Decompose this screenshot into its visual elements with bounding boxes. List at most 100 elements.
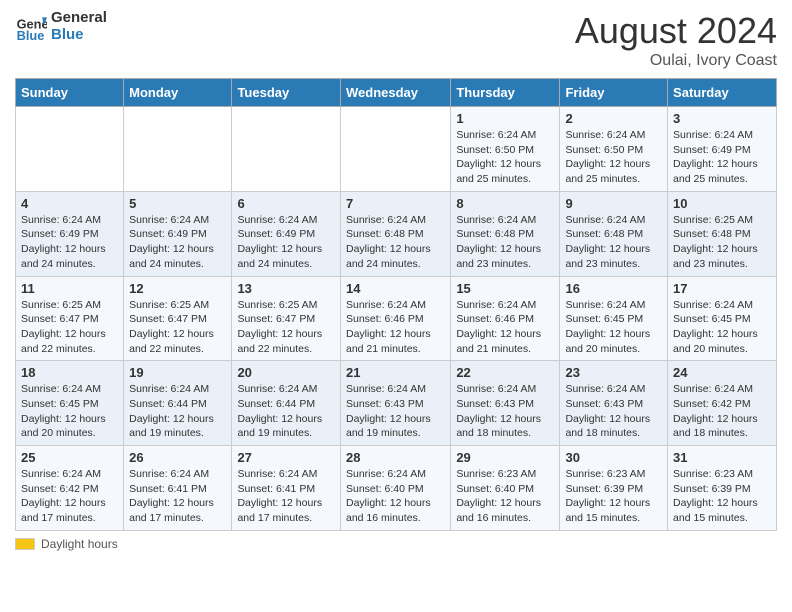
day-info: Sunrise: 6:25 AM Sunset: 6:47 PM Dayligh… — [129, 298, 226, 357]
calendar-cell: 4 Sunrise: 6:24 AM Sunset: 6:49 PM Daylig… — [16, 191, 124, 276]
day-info: Sunrise: 6:24 AM Sunset: 6:43 PM Dayligh… — [346, 382, 445, 441]
day-number: 1 — [456, 111, 554, 126]
day-info: Sunrise: 6:24 AM Sunset: 6:41 PM Dayligh… — [237, 467, 335, 526]
day-info: Sunrise: 6:24 AM Sunset: 6:46 PM Dayligh… — [456, 298, 554, 357]
day-number: 25 — [21, 450, 118, 465]
calendar-cell: 18 Sunrise: 6:24 AM Sunset: 6:45 PM Dayli… — [16, 361, 124, 446]
day-info: Sunrise: 6:24 AM Sunset: 6:44 PM Dayligh… — [237, 382, 335, 441]
day-info: Sunrise: 6:24 AM Sunset: 6:49 PM Dayligh… — [129, 213, 226, 272]
week-row-4: 18 Sunrise: 6:24 AM Sunset: 6:45 PM Dayli… — [16, 361, 777, 446]
weekday-header-friday: Friday — [560, 79, 668, 107]
calendar-cell: 21Sunrise: 6:24 AM Sunset: 6:43 PM Dayli… — [340, 361, 450, 446]
weekday-header-thursday: Thursday — [451, 79, 560, 107]
day-number: 4 — [21, 196, 118, 211]
calendar-cell: 5 Sunrise: 6:24 AM Sunset: 6:49 PM Daylig… — [124, 191, 232, 276]
calendar-cell: 26 Sunrise: 6:24 AM Sunset: 6:41 PM Dayli… — [124, 446, 232, 531]
day-info: Sunrise: 6:25 AM Sunset: 6:47 PM Dayligh… — [21, 298, 118, 357]
day-number: 26 — [129, 450, 226, 465]
calendar-cell: 27 Sunrise: 6:24 AM Sunset: 6:41 PM Dayli… — [232, 446, 341, 531]
calendar-cell: 8 Sunrise: 6:24 AM Sunset: 6:48 PM Daylig… — [451, 191, 560, 276]
day-info: Sunrise: 6:24 AM Sunset: 6:48 PM Dayligh… — [456, 213, 554, 272]
calendar-cell: 29 Sunrise: 6:23 AM Sunset: 6:40 PM Dayli… — [451, 446, 560, 531]
calendar-cell: 11 Sunrise: 6:25 AM Sunset: 6:47 PM Dayli… — [16, 276, 124, 361]
day-info: Sunrise: 6:24 AM Sunset: 6:49 PM Dayligh… — [673, 128, 771, 187]
week-row-3: 11 Sunrise: 6:25 AM Sunset: 6:47 PM Dayli… — [16, 276, 777, 361]
weekday-header-sunday: Sunday — [16, 79, 124, 107]
day-info: Sunrise: 6:23 AM Sunset: 6:39 PM Dayligh… — [673, 467, 771, 526]
calendar-cell: 7Sunrise: 6:24 AM Sunset: 6:48 PM Daylig… — [340, 191, 450, 276]
day-info: Sunrise: 6:24 AM Sunset: 6:49 PM Dayligh… — [237, 213, 335, 272]
day-number: 11 — [21, 281, 118, 296]
day-number: 28 — [346, 450, 445, 465]
day-info: Sunrise: 6:24 AM Sunset: 6:42 PM Dayligh… — [21, 467, 118, 526]
weekday-header-wednesday: Wednesday — [340, 79, 450, 107]
svg-text:Blue: Blue — [17, 27, 45, 42]
day-number: 30 — [565, 450, 662, 465]
logo-blue: Blue — [51, 27, 107, 44]
day-number: 24 — [673, 365, 771, 380]
day-number: 13 — [237, 281, 335, 296]
day-info: Sunrise: 6:24 AM Sunset: 6:40 PM Dayligh… — [346, 467, 445, 526]
title-block: August 2024 Oulai, Ivory Coast — [575, 10, 777, 70]
calendar-cell: 20Sunrise: 6:24 AM Sunset: 6:44 PM Dayli… — [232, 361, 341, 446]
weekday-header-saturday: Saturday — [668, 79, 777, 107]
day-number: 5 — [129, 196, 226, 211]
day-info: Sunrise: 6:24 AM Sunset: 6:45 PM Dayligh… — [21, 382, 118, 441]
calendar-cell: 14Sunrise: 6:24 AM Sunset: 6:46 PM Dayli… — [340, 276, 450, 361]
day-info: Sunrise: 6:24 AM Sunset: 6:41 PM Dayligh… — [129, 467, 226, 526]
calendar-cell: 23Sunrise: 6:24 AM Sunset: 6:43 PM Dayli… — [560, 361, 668, 446]
calendar-cell: 6Sunrise: 6:24 AM Sunset: 6:49 PM Daylig… — [232, 191, 341, 276]
day-number: 23 — [565, 365, 662, 380]
calendar-table: SundayMondayTuesdayWednesdayThursdayFrid… — [15, 78, 777, 531]
day-number: 22 — [456, 365, 554, 380]
day-number: 8 — [456, 196, 554, 211]
day-number: 27 — [237, 450, 335, 465]
day-number: 10 — [673, 196, 771, 211]
day-info: Sunrise: 6:24 AM Sunset: 6:48 PM Dayligh… — [346, 213, 445, 272]
weekday-header-monday: Monday — [124, 79, 232, 107]
daylight-swatch — [15, 538, 35, 550]
calendar-cell: 3Sunrise: 6:24 AM Sunset: 6:49 PM Daylig… — [668, 107, 777, 192]
day-number: 17 — [673, 281, 771, 296]
day-number: 12 — [129, 281, 226, 296]
weekday-header-row: SundayMondayTuesdayWednesdayThursdayFrid… — [16, 79, 777, 107]
day-number: 29 — [456, 450, 554, 465]
day-number: 16 — [565, 281, 662, 296]
footer: Daylight hours — [15, 537, 777, 551]
calendar-cell: 9Sunrise: 6:24 AM Sunset: 6:48 PM Daylig… — [560, 191, 668, 276]
day-info: Sunrise: 6:24 AM Sunset: 6:44 PM Dayligh… — [129, 382, 226, 441]
day-info: Sunrise: 6:24 AM Sunset: 6:46 PM Dayligh… — [346, 298, 445, 357]
header: General Blue General Blue August 2024 Ou… — [15, 10, 777, 70]
day-number: 19 — [129, 365, 226, 380]
day-number: 31 — [673, 450, 771, 465]
subtitle: Oulai, Ivory Coast — [575, 52, 777, 70]
logo-general: General — [51, 10, 107, 27]
week-row-1: 1 Sunrise: 6:24 AM Sunset: 6:50 PM Daylig… — [16, 107, 777, 192]
calendar-cell: 17Sunrise: 6:24 AM Sunset: 6:45 PM Dayli… — [668, 276, 777, 361]
calendar-cell: 16 Sunrise: 6:24 AM Sunset: 6:45 PM Dayli… — [560, 276, 668, 361]
calendar-cell: 28 Sunrise: 6:24 AM Sunset: 6:40 PM Dayli… — [340, 446, 450, 531]
week-row-5: 25 Sunrise: 6:24 AM Sunset: 6:42 PM Dayli… — [16, 446, 777, 531]
day-number: 15 — [456, 281, 554, 296]
day-info: Sunrise: 6:24 AM Sunset: 6:49 PM Dayligh… — [21, 213, 118, 272]
day-info: Sunrise: 6:23 AM Sunset: 6:40 PM Dayligh… — [456, 467, 554, 526]
calendar-cell — [340, 107, 450, 192]
calendar-cell: 2 Sunrise: 6:24 AM Sunset: 6:50 PM Daylig… — [560, 107, 668, 192]
daylight-label: Daylight hours — [41, 537, 118, 551]
logo: General Blue General Blue — [15, 10, 107, 43]
calendar-cell: 1Sunrise: 6:24 AM Sunset: 6:50 PM Daylig… — [451, 107, 560, 192]
calendar-cell: 13 Sunrise: 6:25 AM Sunset: 6:47 PM Dayli… — [232, 276, 341, 361]
calendar-cell: 30Sunrise: 6:23 AM Sunset: 6:39 PM Dayli… — [560, 446, 668, 531]
week-row-2: 4 Sunrise: 6:24 AM Sunset: 6:49 PM Daylig… — [16, 191, 777, 276]
day-info: Sunrise: 6:24 AM Sunset: 6:42 PM Dayligh… — [673, 382, 771, 441]
calendar-cell: 15 Sunrise: 6:24 AM Sunset: 6:46 PM Dayli… — [451, 276, 560, 361]
calendar-cell: 24 Sunrise: 6:24 AM Sunset: 6:42 PM Dayli… — [668, 361, 777, 446]
day-info: Sunrise: 6:24 AM Sunset: 6:50 PM Dayligh… — [565, 128, 662, 187]
day-number: 18 — [21, 365, 118, 380]
calendar-cell — [124, 107, 232, 192]
calendar-cell: 22Sunrise: 6:24 AM Sunset: 6:43 PM Dayli… — [451, 361, 560, 446]
day-number: 2 — [565, 111, 662, 126]
calendar-cell: 25 Sunrise: 6:24 AM Sunset: 6:42 PM Dayli… — [16, 446, 124, 531]
day-info: Sunrise: 6:24 AM Sunset: 6:45 PM Dayligh… — [565, 298, 662, 357]
day-info: Sunrise: 6:25 AM Sunset: 6:47 PM Dayligh… — [237, 298, 335, 357]
